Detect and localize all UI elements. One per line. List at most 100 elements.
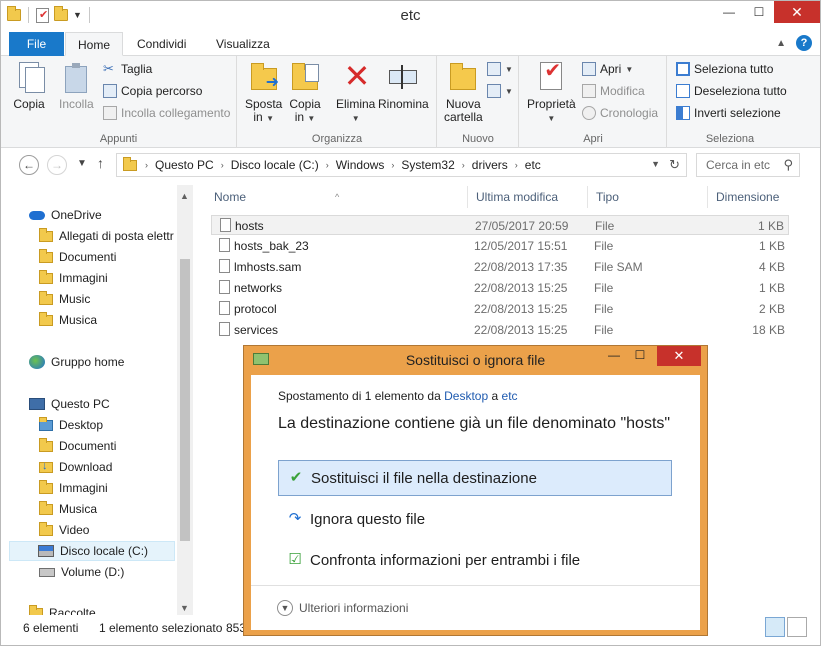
nav-questo-pc[interactable]: Questo PC: [29, 394, 110, 414]
properties-button[interactable]: Proprietà ▼: [527, 60, 576, 125]
table-row[interactable]: hosts 27/05/2017 20:59 File 1 KB: [211, 215, 789, 235]
dialog-minimize-button[interactable]: —: [605, 346, 623, 364]
nav-download[interactable]: Download: [39, 457, 112, 477]
table-row[interactable]: networks 22/08/2013 15:25 File 1 KB: [211, 278, 789, 298]
dialog-close-button[interactable]: ✕: [657, 346, 701, 366]
invert-selection-button[interactable]: Inverti selezione: [676, 106, 781, 120]
copy-to-button[interactable]: Copia in ▼: [289, 60, 321, 125]
breadcrumb-system32[interactable]: System32: [396, 158, 459, 172]
help-icon[interactable]: ?: [796, 35, 812, 51]
deselect-all-button[interactable]: Deseleziona tutto: [676, 84, 787, 98]
new-item-button[interactable]: ▼: [487, 62, 513, 76]
nav-musica[interactable]: Musica: [39, 310, 97, 330]
destination-link[interactable]: etc: [502, 389, 518, 403]
rename-label: Rinomina: [378, 97, 429, 111]
scroll-thumb[interactable]: [180, 259, 190, 541]
edit-button[interactable]: Modifica: [582, 84, 645, 98]
large-icons-view-button[interactable]: [787, 617, 807, 637]
paste-button[interactable]: Incolla: [59, 60, 94, 111]
up-arrow-icon[interactable]: ↑: [97, 155, 104, 171]
history-button[interactable]: Cronologia: [582, 106, 658, 120]
easy-access-button[interactable]: ▼: [487, 84, 513, 98]
nav-volume-d[interactable]: Volume (D:): [39, 562, 124, 582]
close-button[interactable]: ✕: [774, 1, 820, 23]
copy-to-label-2: in: [294, 110, 305, 124]
nav-pc-musica[interactable]: Musica: [39, 499, 97, 519]
source-link[interactable]: Desktop: [444, 389, 488, 403]
table-row[interactable]: lmhosts.sam 22/08/2013 17:35 File SAM 4 …: [211, 257, 789, 277]
column-header-type[interactable]: Tipo: [588, 186, 708, 208]
more-details-button[interactable]: ▼ Ulteriori informazioni: [277, 600, 408, 616]
new-folder-button[interactable]: Nuova cartella: [444, 60, 483, 124]
compare-option[interactable]: ☑ Confronta informazioni per entrambi i …: [278, 542, 672, 578]
address-bar[interactable]: › Questo PC › Disco locale (C:) › Window…: [116, 153, 687, 177]
nav-pc-immagini[interactable]: Immagini: [39, 478, 108, 498]
folder-icon: [39, 269, 53, 284]
nav-music[interactable]: Music: [39, 289, 90, 309]
tab-home[interactable]: Home: [65, 32, 123, 56]
copy-path-button[interactable]: Copia percorso: [103, 84, 202, 98]
nav-gruppo-home[interactable]: Gruppo home: [29, 352, 124, 372]
move-to-button[interactable]: ➜ Sposta in ▼: [245, 60, 282, 125]
group-organize: ➜ Sposta in ▼ Copia in ▼ ✕ Elimina ▼ Rin…: [238, 56, 437, 148]
nav-pc-documenti[interactable]: Documenti: [39, 436, 116, 456]
breadcrumb-disco-c[interactable]: Disco locale (C:): [226, 158, 324, 172]
details-view-button[interactable]: [765, 617, 785, 637]
replace-option[interactable]: ✔ Sostituisci il file nella destinazione: [278, 460, 672, 496]
recent-locations-icon[interactable]: ▼: [77, 158, 87, 169]
nav-raccolte[interactable]: Raccolte: [29, 603, 96, 615]
explorer-window: ▼ etc — ☐ ✕ File Home Condividi Visualiz…: [0, 0, 821, 646]
copy-button[interactable]: Copia: [13, 60, 45, 111]
breadcrumb-questo-pc[interactable]: Questo PC: [150, 158, 219, 172]
desktop-folder-icon: [39, 416, 53, 431]
paste-shortcut-button[interactable]: Incolla collegamento: [103, 106, 230, 120]
search-icon[interactable]: ⚲: [783, 157, 793, 173]
column-header-name[interactable]: Nome ^: [206, 186, 468, 208]
rename-button[interactable]: Rinomina: [378, 60, 429, 111]
file-icon: [219, 280, 230, 294]
nav-disco-c[interactable]: Disco locale (C:): [9, 541, 175, 561]
open-button[interactable]: Apri ▼: [582, 62, 633, 76]
forward-button[interactable]: →: [47, 155, 67, 175]
navigation-pane: OneDrive Allegati di posta elettr Docume…: [9, 185, 193, 615]
maximize-button[interactable]: ☐: [744, 1, 774, 23]
file-name: services: [234, 323, 279, 337]
table-row[interactable]: services 22/08/2013 15:25 File 18 KB: [211, 320, 789, 340]
delete-button[interactable]: ✕ Elimina ▼: [336, 60, 375, 125]
search-box[interactable]: Cerca in etc ⚲: [696, 153, 800, 177]
minimize-button[interactable]: —: [714, 1, 744, 23]
select-all-button[interactable]: Seleziona tutto: [676, 62, 773, 76]
breadcrumb-windows[interactable]: Windows: [331, 158, 390, 172]
scroll-down-icon[interactable]: ▼: [180, 603, 189, 613]
scroll-up-icon[interactable]: ▲: [180, 191, 189, 201]
tab-file[interactable]: File: [9, 32, 64, 56]
tab-share[interactable]: Condividi: [125, 32, 198, 56]
nav-allegati[interactable]: Allegati di posta elettr: [39, 226, 174, 246]
skip-option[interactable]: ↷ Ignora questo file: [278, 501, 672, 537]
nav-onedrive[interactable]: OneDrive: [29, 205, 102, 225]
nav-scrollbar[interactable]: ▲ ▼: [177, 185, 193, 615]
breadcrumb-etc[interactable]: etc: [520, 158, 546, 172]
nav-desktop[interactable]: Desktop: [39, 415, 103, 435]
cut-button[interactable]: ✂ Taglia: [103, 62, 152, 77]
nav-immagini[interactable]: Immagini: [39, 268, 108, 288]
more-details-label: Ulteriori informazioni: [299, 601, 409, 615]
refresh-icon[interactable]: ↻: [669, 157, 680, 173]
breadcrumb-drivers[interactable]: drivers: [467, 158, 513, 172]
chevron-right-icon: ›: [461, 160, 465, 170]
nav-label: Musica: [59, 313, 98, 327]
nav-documenti[interactable]: Documenti: [39, 247, 116, 267]
collapse-ribbon-icon[interactable]: ▲: [776, 38, 786, 49]
column-header-modified[interactable]: Ultima modifica: [468, 186, 588, 208]
tab-view[interactable]: Visualizza: [204, 32, 282, 56]
column-header-size[interactable]: Dimensione: [708, 186, 786, 208]
back-button[interactable]: ←: [19, 155, 39, 175]
chevron-right-icon: ›: [514, 160, 518, 170]
nav-label: Allegati di posta elettr: [59, 229, 174, 243]
table-row[interactable]: protocol 22/08/2013 15:25 File 2 KB: [211, 299, 789, 319]
dialog-maximize-button[interactable]: ☐: [631, 346, 649, 364]
nav-video[interactable]: Video: [39, 520, 89, 540]
table-row[interactable]: hosts_bak_23 12/05/2017 15:51 File 1 KB: [211, 236, 789, 256]
download-folder-icon: [39, 460, 53, 473]
address-dropdown-icon[interactable]: ▼: [651, 159, 660, 169]
